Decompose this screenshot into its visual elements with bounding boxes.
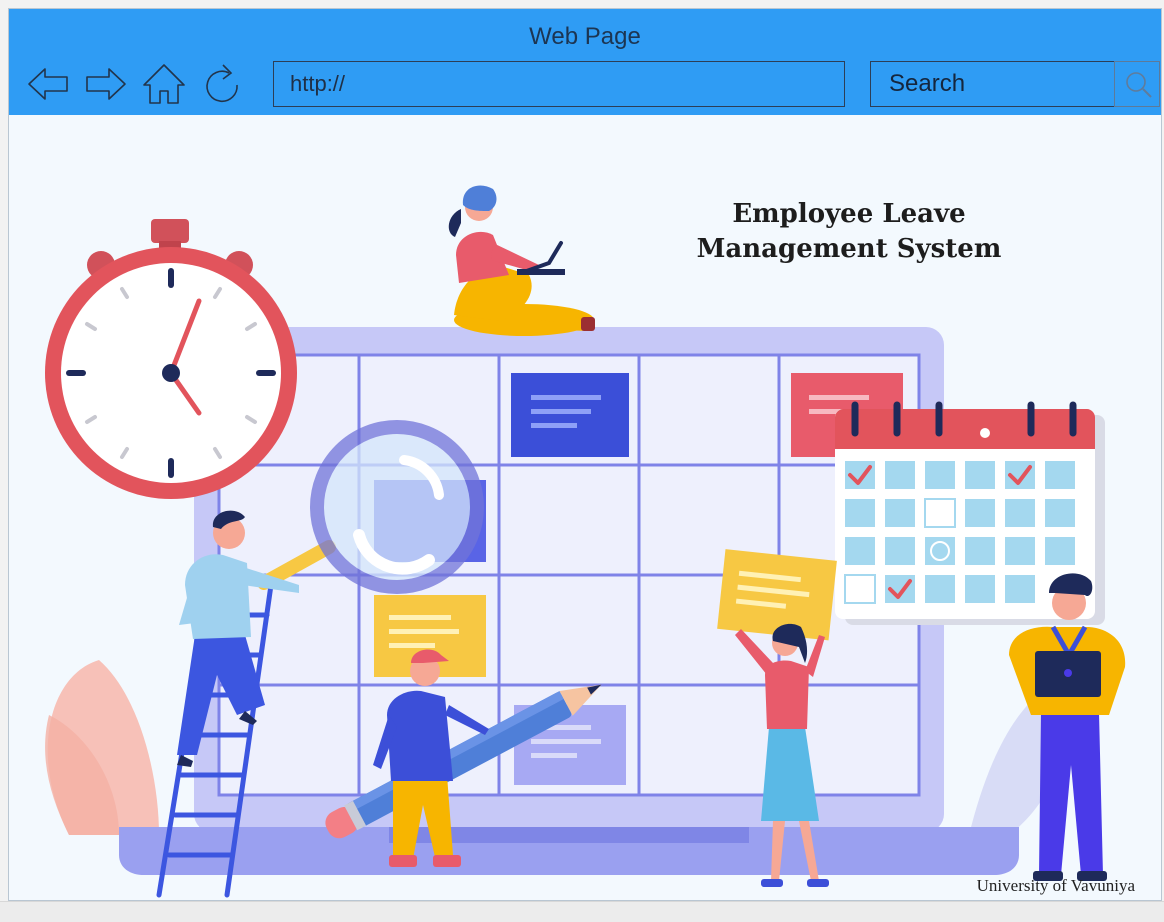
back-arrow-icon (28, 68, 68, 100)
home-icon (143, 64, 185, 104)
search-box[interactable]: Search (870, 61, 1160, 107)
refresh-icon (206, 64, 238, 103)
page-content: Employee Leave Management System Univers… (9, 115, 1161, 900)
heading-line-1: Employee Leave (732, 199, 966, 229)
refresh-button[interactable] (199, 61, 245, 107)
footer-credit: University of Vavuniya (976, 876, 1135, 895)
browser-titlebar: Web Page http:// Search (9, 9, 1161, 115)
search-label: Search (889, 70, 966, 97)
person-sitting-laptop-illustration (448, 185, 595, 336)
stopwatch-illustration (45, 219, 297, 499)
window-title: Web Page (529, 23, 641, 50)
sticky-note-blue (511, 373, 629, 457)
home-button[interactable] (141, 61, 187, 107)
page-heading: Employee Leave Management System (649, 197, 1049, 267)
magnifier-icon (1126, 72, 1152, 98)
forward-button[interactable] (83, 61, 129, 107)
browser-window: Web Page http:// Search Employee Leave M… (8, 8, 1162, 901)
forward-arrow-icon (86, 68, 126, 100)
plant-left-illustration (45, 660, 159, 835)
heading-line-2: Management System (696, 234, 1002, 264)
back-button[interactable] (25, 61, 71, 107)
window-bottom-bar (0, 901, 1164, 922)
search-button[interactable] (1114, 61, 1160, 107)
address-bar[interactable]: http:// (273, 61, 845, 107)
